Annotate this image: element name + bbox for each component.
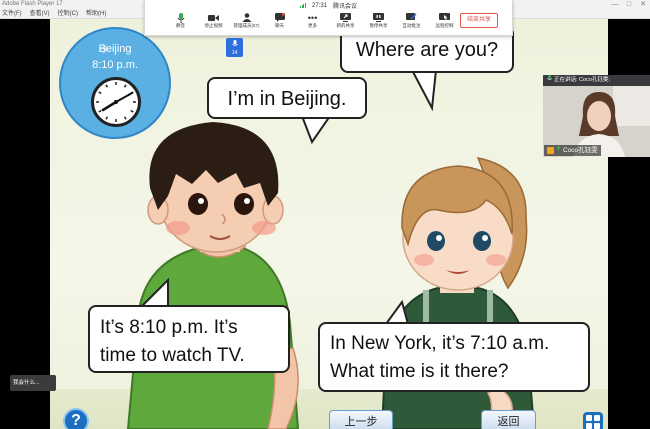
pause-share-icon <box>373 12 385 23</box>
speaker-microphone-icon <box>547 75 552 86</box>
remote-control-button[interactable]: 远程控制 <box>429 12 460 34</box>
boy-speech-bubble-bottom: It’s 8:10 p.m. It’s time to watch TV. <box>88 305 290 373</box>
participant-name: Coco孔钰雯 <box>563 147 598 154</box>
more-icon: ••• <box>307 12 318 23</box>
interactive-annotation-button[interactable]: 互动批注 <box>396 12 427 34</box>
maximize-icon[interactable]: □ <box>622 0 636 9</box>
boy-speech-bubble-top: I’m in Beijing. <box>207 77 367 119</box>
new-share-icon <box>340 12 352 23</box>
annotate-icon <box>406 12 418 23</box>
bubble-tail-boy-bottom <box>141 277 169 309</box>
members-icon <box>241 12 253 23</box>
microphone-icon <box>231 40 238 49</box>
participant-video-panel[interactable]: 正在讲话: Coco孔钰雯; Coco孔钰雯 <box>543 75 650 157</box>
chat-button[interactable]: 聊天 <box>264 12 295 34</box>
minimize-icon[interactable]: — <box>608 0 622 9</box>
window-title: Adobe Flash Player 17 <box>2 1 63 7</box>
participant-video: Coco孔钰雯 <box>543 86 650 157</box>
grid-icon <box>586 415 592 421</box>
meeting-app-name: 腾讯会议 <box>333 4 358 10</box>
meeting-status: 27:31 腾讯会议 <box>145 0 512 11</box>
boy-character <box>126 122 300 429</box>
more-button[interactable]: ••• 更多 <box>297 12 328 34</box>
girl-line-bottom-2: What time is it there? <box>330 361 509 382</box>
clock-time: 8:10 p.m. <box>92 59 138 71</box>
microphone-icon <box>175 12 187 23</box>
video-camera-icon <box>208 12 220 23</box>
speaking-header: 正在讲话: Coco孔钰雯; <box>543 75 650 86</box>
host-icon <box>547 147 554 154</box>
participant-name-tag: Coco孔钰雯 <box>544 145 601 156</box>
menu-control[interactable]: 控制(C) <box>58 9 78 18</box>
end-share-button[interactable]: 结束共享 <box>460 13 498 28</box>
boy-line-top: I’m in Beijing. <box>227 88 347 110</box>
chat-message-popup[interactable]: 我会什么... <box>10 375 56 391</box>
chat-icon <box>274 12 286 23</box>
previous-step-button[interactable]: 上一步 <box>329 410 393 429</box>
help-button[interactable]: ? <box>63 408 89 429</box>
girl-speech-bubble-bottom: In New York, it’s 7:10 a.m. What time is… <box>318 322 590 392</box>
menu-view[interactable]: 查看(V) <box>30 9 50 18</box>
mute-button[interactable]: 静音 <box>165 12 196 34</box>
clock-city: Beijing <box>98 43 132 55</box>
pause-share-button[interactable]: 暂停共享 <box>363 12 394 34</box>
boy-line-bottom-2: time to watch TV. <box>100 345 245 366</box>
close-icon[interactable]: ✕ <box>636 0 650 9</box>
remote-control-icon <box>439 12 451 23</box>
window-controls: — □ ✕ <box>608 0 650 9</box>
back-button[interactable]: 返回 <box>481 410 536 429</box>
menu-help[interactable]: 帮助(H) <box>86 9 106 18</box>
new-share-button[interactable]: 新的共享 <box>330 12 361 34</box>
menu-grid-button[interactable] <box>583 412 603 429</box>
mic-speaker-badge[interactable]: 14 <box>226 38 243 57</box>
menu-file[interactable]: 文件(F) <box>2 9 22 18</box>
bubble-tail-girl-top <box>411 68 437 112</box>
mic-badge-count: 14 <box>231 50 238 56</box>
participant-mic-icon <box>556 145 561 156</box>
meeting-time: 27:31 <box>311 2 327 9</box>
stop-video-button[interactable]: 停止视频 <box>198 12 229 34</box>
meeting-button-row: 静音 停止视频 管理成员(57) 聊天 ••• 更多 新的共享 暂停共享 互动批… <box>165 12 460 34</box>
girl-line-bottom-1: In New York, it’s 7:10 a.m. <box>330 333 550 354</box>
meeting-toolbar: 27:31 腾讯会议 静音 停止视频 管理成员(57) 聊天 ••• 更多 新的… <box>144 0 513 36</box>
signal-icon <box>299 3 306 8</box>
boy-line-bottom-1: It’s 8:10 p.m. It’s <box>100 317 238 338</box>
manage-members-button[interactable]: 管理成员(57) <box>231 12 262 34</box>
speaking-label: 正在讲话: Coco孔钰雯; <box>554 77 610 83</box>
